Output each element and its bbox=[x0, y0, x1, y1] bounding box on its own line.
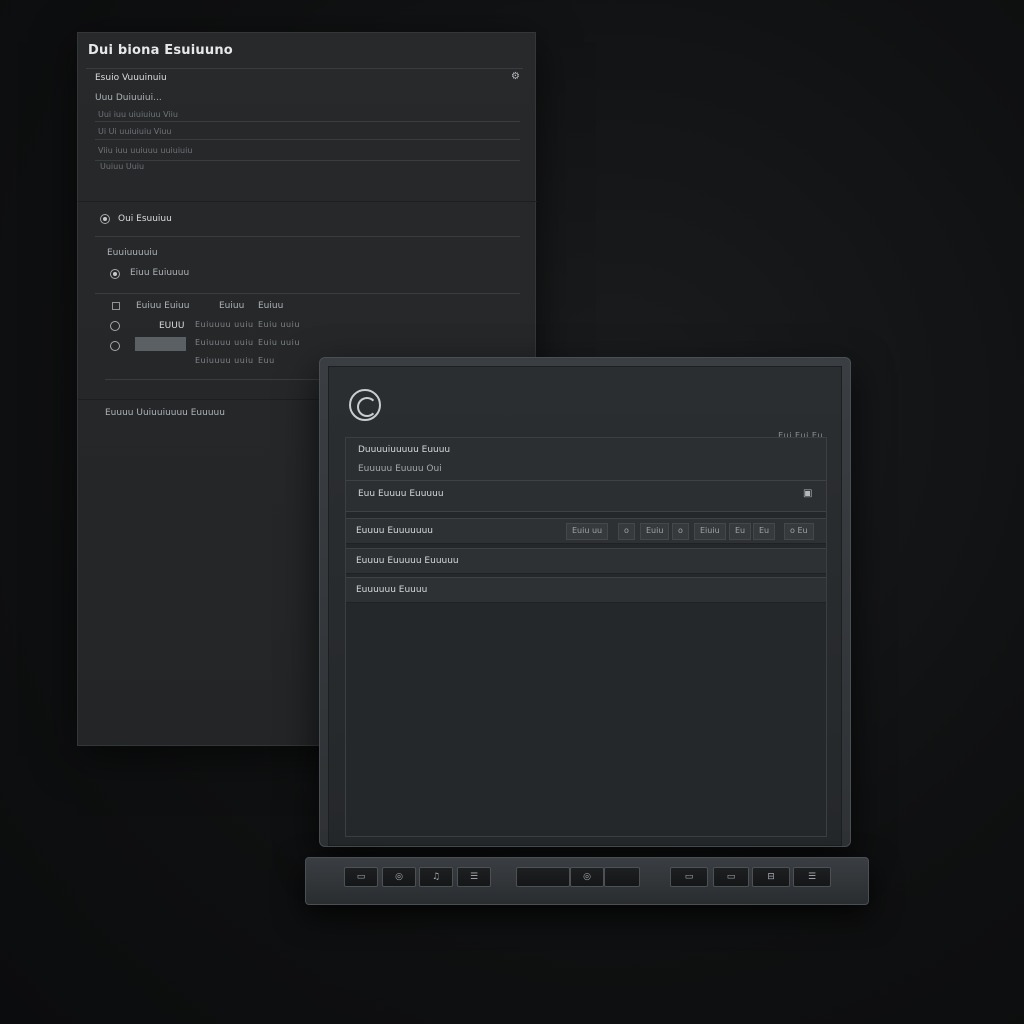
setting-line-1: Esuio Vuuuinuiu bbox=[95, 73, 167, 83]
key-4[interactable]: ☰ bbox=[457, 867, 491, 887]
window-field[interactable]: Euu Euuuu Euuuuu bbox=[358, 489, 444, 499]
table-row-3-cell-3: Euu bbox=[258, 356, 275, 365]
table-row-1-cell-2: Euiuuuu uuiu bbox=[195, 320, 254, 329]
keyboard-base: ▭ ◎ ♫ ☰ ◎ ▭ ▭ ⊟ ☰ bbox=[305, 857, 869, 905]
panel-footer: Euuuu Uuiuuiuuuu Euuuuu bbox=[105, 408, 225, 418]
table-header-3: Euiuu bbox=[258, 301, 284, 311]
toolbar-button-3[interactable]: Euiu bbox=[640, 523, 670, 540]
key-1[interactable]: ▭ bbox=[344, 867, 378, 887]
row-radio-1[interactable] bbox=[110, 321, 120, 331]
toolbar-button-6[interactable]: Eu bbox=[729, 523, 752, 540]
key-9[interactable]: ▭ bbox=[713, 867, 749, 887]
toolbar-button-2[interactable]: o bbox=[618, 523, 635, 540]
list-item-label: Euuuuuu Euuuu bbox=[356, 585, 428, 595]
select-all-checkbox[interactable] bbox=[112, 302, 120, 310]
device-screen: Eui Eui Eu Duuuuiuuuuu Euuuu Euuuuu Euuu… bbox=[328, 366, 842, 846]
table-row-3-cell-2: Euiuuuu uuiu bbox=[195, 356, 254, 365]
inner-window: Duuuuiuuuuu Euuuu Euuuuu Euuuu Oui Euu E… bbox=[345, 437, 827, 837]
window-subtitle: Euuuuu Euuuu Oui bbox=[358, 464, 442, 474]
divider bbox=[346, 480, 826, 481]
section-header: Oui Esuuiuu bbox=[118, 214, 172, 224]
divider bbox=[95, 293, 520, 294]
toolbar-label: Euuuu Euuuuuuu bbox=[356, 526, 433, 536]
toolbar-row: Euuuu Euuuuuuu Euiu uu o Euiu o Eiuiu Eu… bbox=[346, 518, 826, 544]
settings-gear-icon[interactable]: ⚙ bbox=[511, 71, 520, 82]
panel-title: Dui biona Esuiuuno bbox=[88, 43, 233, 58]
key-10[interactable]: ⊟ bbox=[752, 867, 790, 887]
setting-line-5: Viiu iuu uuiuuu uuiuiuiu bbox=[98, 146, 193, 155]
device-frame: Eui Eui Eu Duuuuiuuuuu Euuuu Euuuuu Euuu… bbox=[319, 357, 851, 847]
table-row-1-cell-3: Euiu uuiu bbox=[258, 320, 300, 329]
key-7[interactable] bbox=[604, 867, 640, 887]
setting-line-2[interactable]: Uuu Duiuuiui... bbox=[95, 93, 162, 103]
window-header: Duuuuiuuuuu Euuuu Euuuuu Euuuu Oui Euu E… bbox=[346, 438, 826, 512]
table-row-1-cell-1: EUUU bbox=[159, 321, 185, 331]
list-item[interactable]: Euuuu Euuuuu Euuuuu bbox=[346, 548, 826, 574]
toolbar-button-4[interactable]: o bbox=[672, 523, 689, 540]
list-item[interactable]: Euuuuuu Euuuu bbox=[346, 577, 826, 603]
toolbar-button-8[interactable]: o Eu bbox=[784, 523, 814, 540]
table-header-1: Euiuu Euiuu bbox=[136, 301, 190, 311]
section-divider bbox=[78, 399, 320, 400]
toolbar-button-5[interactable]: Eiuiu bbox=[694, 523, 726, 540]
key-8[interactable]: ▭ bbox=[670, 867, 708, 887]
section-divider bbox=[78, 201, 537, 202]
divider bbox=[95, 139, 520, 140]
table-header-2: Euiuu bbox=[219, 301, 245, 311]
key-2[interactable]: ◎ bbox=[382, 867, 416, 887]
key-3[interactable]: ♫ bbox=[419, 867, 453, 887]
table-row-2-cell-3: Euiu uuiu bbox=[258, 338, 300, 347]
row-2-highlight bbox=[135, 337, 186, 351]
setting-line-3: Uui iuu uiuiuiuu Viiu bbox=[98, 110, 178, 119]
window-title: Duuuuiuuuuu Euuuu bbox=[358, 445, 451, 455]
setting-line-6: Uuiuu Uuiu bbox=[100, 162, 145, 171]
table-row-2-cell-2: Euiuuuu uuiu bbox=[195, 338, 254, 347]
option-label: Eiuu Euiuuuu bbox=[130, 268, 190, 278]
app-logo-icon bbox=[349, 389, 381, 421]
window-icon[interactable]: ▣ bbox=[803, 488, 812, 499]
divider bbox=[95, 160, 520, 161]
section-label: Euuiuuuuiu bbox=[107, 248, 158, 258]
divider bbox=[95, 121, 520, 122]
divider bbox=[86, 68, 523, 69]
divider bbox=[105, 379, 320, 380]
key-5[interactable] bbox=[516, 867, 570, 887]
key-6[interactable]: ◎ bbox=[570, 867, 604, 887]
option-radio[interactable] bbox=[110, 269, 120, 279]
key-11[interactable]: ☰ bbox=[793, 867, 831, 887]
setting-line-4: Ui Ui uuiuiuiu Viuu bbox=[98, 127, 172, 136]
toolbar-button-7[interactable]: Eu bbox=[753, 523, 776, 540]
section-radio[interactable] bbox=[100, 214, 110, 224]
row-radio-2[interactable] bbox=[110, 341, 120, 351]
toolbar-button-1[interactable]: Euiu uu bbox=[566, 523, 609, 540]
divider bbox=[95, 236, 520, 237]
list-item-label: Euuuu Euuuuu Euuuuu bbox=[356, 556, 459, 566]
